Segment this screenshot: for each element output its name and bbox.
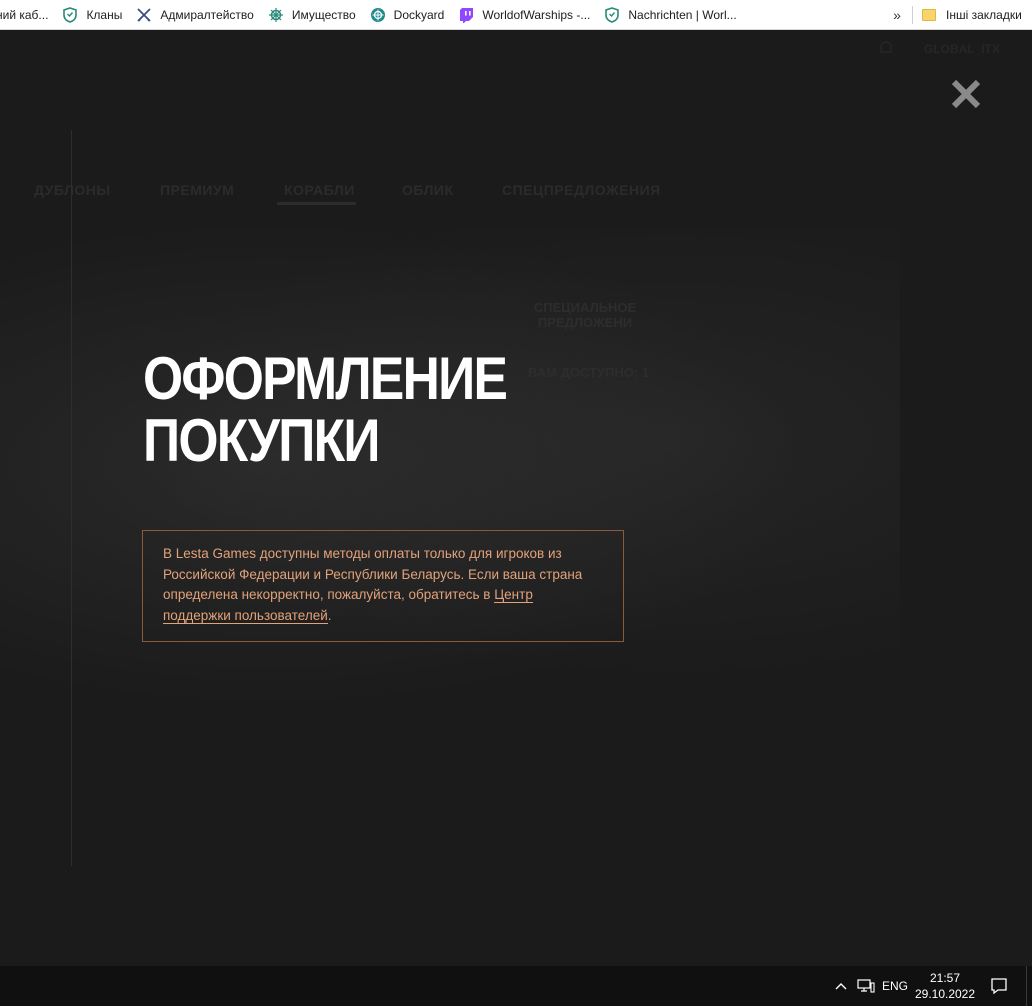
bookmark-label: Кланы: [86, 7, 123, 22]
ghost-shop-nav: ДУБЛОНЫ ПРЕМИУМ КОРАБЛИ ОБЛИК СПЕЦПРЕДЛО…: [0, 182, 1032, 212]
notifications-button[interactable]: [986, 966, 1012, 1006]
show-desktop-divider: [1026, 966, 1027, 1006]
bookmark-label: Dockyard: [393, 7, 445, 22]
bookmarks-bar: ний каб... Кланы Адмиралтейство Имуществ…: [0, 0, 1032, 30]
ghost-account-name: GLOBAL_ITX: [924, 42, 1001, 56]
network-icon: [857, 979, 875, 993]
bookmark-label: Nachrichten | Worl...: [628, 7, 737, 22]
tray-chevron-button[interactable]: [830, 966, 852, 1006]
background-artwork: [0, 230, 900, 750]
bell-icon: [876, 38, 896, 61]
ship-wheel-icon: [268, 7, 284, 23]
folder-icon: [922, 9, 936, 21]
bookmark-clans[interactable]: Кланы: [55, 0, 129, 29]
ghost-nav-look: ОБЛИК: [402, 182, 454, 198]
ghost-nav-special: СПЕЦПРЕДЛОЖЕНИЯ: [502, 182, 661, 198]
clock-time: 21:57: [929, 971, 961, 985]
payment-notice: В Lesta Games доступны методы оплаты тол…: [142, 530, 624, 642]
bookmark-label: Имущество: [291, 7, 356, 22]
ghost-special-line: ПРЕДЛОЖЕНИ: [537, 315, 633, 330]
clock[interactable]: 21:57 29.10.2022: [912, 970, 978, 1002]
bookmarks-separator: [912, 6, 913, 24]
bookmark-label: WorldofWarships -...: [482, 7, 591, 22]
bookmark-dockyard[interactable]: Dockyard: [363, 0, 452, 29]
other-bookmarks-label: Інші закладки: [946, 8, 1022, 22]
clock-date: 29.10.2022: [914, 987, 976, 1001]
ghost-available: ВАМ ДОСТУПНО: 1: [528, 365, 650, 380]
ghost-nav-premium: ПРЕМИУМ: [160, 182, 235, 198]
close-icon: [951, 79, 981, 109]
title-line-1: ОФОРМЛЕНИЕ: [143, 345, 508, 412]
ghost-nav-doubloons: ДУБЛОНЫ: [34, 182, 111, 198]
other-bookmarks-button[interactable]: Інші закладки: [922, 0, 1022, 30]
close-button[interactable]: [946, 74, 986, 114]
dockyard-icon: [370, 7, 386, 23]
chevron-up-icon: [835, 983, 847, 990]
shield-icon: [62, 6, 78, 23]
anchor-cross-icon: [136, 7, 152, 23]
shield-icon: [604, 6, 620, 23]
ghost-nav-ships: КОРАБЛИ: [284, 182, 355, 198]
bookmark-twitch[interactable]: WorldofWarships -...: [451, 0, 597, 29]
notice-end: .: [327, 607, 332, 623]
vertical-divider: [71, 130, 72, 866]
page-overlay: GLOBAL_ITX ДУБЛОНЫ ПРЕМИУМ КОРАБЛИ ОБЛИК…: [0, 30, 1032, 966]
notification-icon: [991, 978, 1007, 995]
page-title: ОФОРМЛЕНИЕ ПОКУПКИ: [143, 345, 508, 474]
bookmark-admiralty[interactable]: Адмиралтейство: [129, 0, 260, 29]
network-button[interactable]: [854, 966, 878, 1006]
bookmark-label: Адмиралтейство: [160, 7, 254, 22]
language-indicator[interactable]: ENG: [880, 966, 910, 1006]
ghost-special-line: СПЕЦИАЛЬНОЕ: [533, 300, 637, 315]
bookmark-nachrichten[interactable]: Nachrichten | Worl...: [597, 0, 743, 29]
bookmarks-overflow-button[interactable]: »: [884, 0, 910, 30]
bookmark-label: ний каб...: [0, 7, 49, 22]
bookmark-cabinet[interactable]: ний каб...: [0, 0, 55, 29]
ghost-special-offer: СПЕЦИАЛЬНОЕ ПРЕДЛОЖЕНИ: [520, 300, 650, 330]
bookmark-property[interactable]: Имущество: [261, 0, 363, 29]
taskbar: ENG 21:57 29.10.2022: [0, 966, 1032, 1006]
title-line-2: ПОКУПКИ: [143, 407, 380, 474]
twitch-icon: [458, 7, 474, 23]
ghost-nav-underline: [277, 202, 356, 205]
